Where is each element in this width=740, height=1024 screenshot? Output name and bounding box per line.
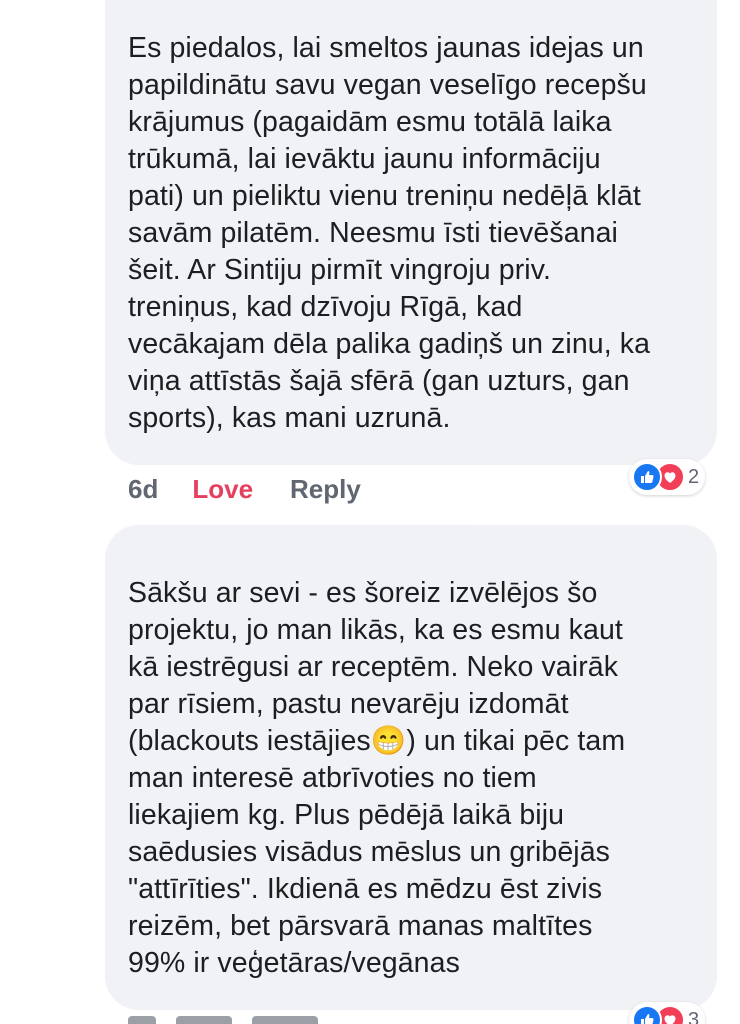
reaction-summary[interactable]: 3 — [629, 1002, 706, 1024]
reaction-summary[interactable]: 2 — [629, 459, 706, 495]
comment-actions-cut-off — [128, 1016, 318, 1024]
comment-timestamp[interactable]: 6d — [128, 474, 158, 505]
reaction-count: 3 — [688, 1008, 700, 1024]
love-button-placeholder — [176, 1016, 232, 1024]
reply-button-placeholder — [252, 1016, 318, 1024]
reaction-count: 2 — [688, 465, 700, 488]
comment-bubble: Es piedalos, lai smeltos jaunas idejas u… — [105, 0, 717, 465]
comment-bubble: Sākšu ar sevi - es šoreiz izvēlējos šo p… — [105, 525, 717, 1010]
like-icon — [632, 1005, 662, 1024]
reply-button[interactable]: Reply — [290, 474, 361, 505]
comment-text: Es piedalos, lai smeltos jaunas idejas u… — [128, 32, 651, 434]
comment-actions: 6d Love Reply — [128, 471, 361, 507]
comment-text: Sākšu ar sevi - es šoreiz izvēlējos šo p… — [128, 577, 626, 979]
like-icon — [632, 462, 662, 492]
timestamp-placeholder — [128, 1016, 156, 1024]
comments-thread: Es piedalos, lai smeltos jaunas idejas u… — [0, 0, 740, 1024]
love-button[interactable]: Love — [192, 474, 253, 505]
